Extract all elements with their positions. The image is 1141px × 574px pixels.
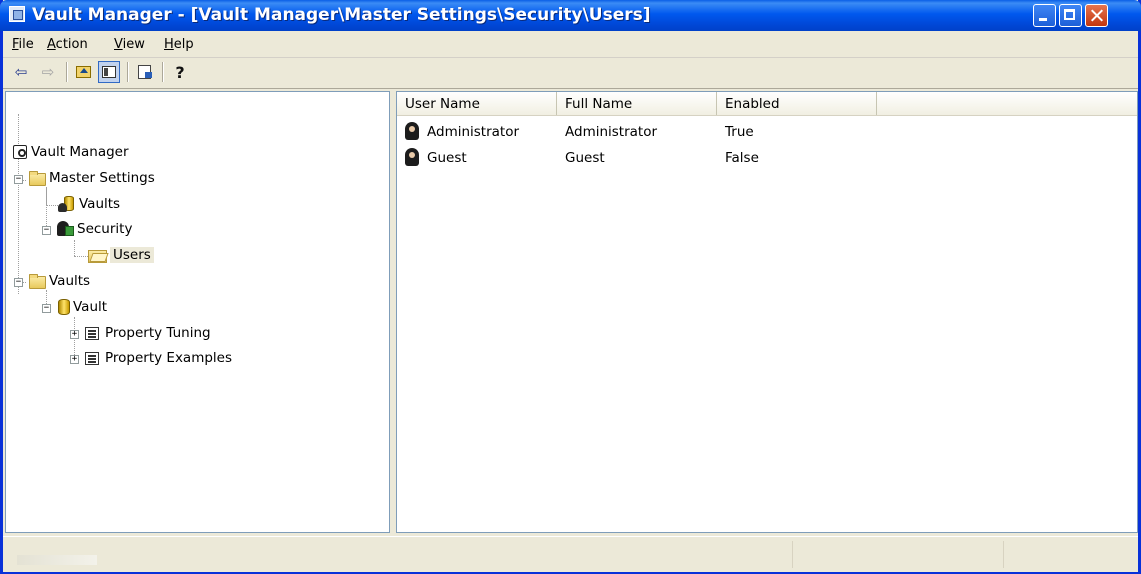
- cell-user-name: Administrator: [427, 124, 520, 140]
- status-pane-secondary: [792, 541, 1003, 568]
- tree-item-label: Vault: [73, 299, 108, 315]
- menu-help-label: elp: [173, 37, 194, 52]
- title-bar[interactable]: Vault Manager - [Vault Manager\Master Se…: [0, 0, 1141, 31]
- menu-help-accelerator: H: [164, 37, 174, 52]
- tree-connector: [74, 240, 75, 256]
- cell-enabled: True: [725, 124, 754, 140]
- cell-enabled: False: [725, 150, 759, 166]
- menu-file-label: ile: [18, 37, 34, 52]
- toolbar: ⇦ ⇨ ?: [3, 58, 1138, 89]
- user-icon: [402, 122, 422, 142]
- menu-action-accelerator: A: [47, 37, 56, 52]
- status-bar: [3, 536, 1138, 572]
- list-item[interactable]: Guest Guest False: [397, 146, 1137, 172]
- up-one-level-button[interactable]: [72, 61, 94, 83]
- expand-toggle[interactable]: +: [70, 330, 79, 339]
- status-pane-tertiary: [1003, 541, 1138, 568]
- properties-icon: [84, 325, 102, 341]
- tree-item-vault[interactable]: Vault: [58, 297, 107, 317]
- tree-item-master-settings[interactable]: Master Settings: [29, 168, 155, 188]
- collapse-toggle[interactable]: −: [14, 278, 23, 287]
- menu-view-label: iew: [122, 37, 145, 52]
- app-icon[interactable]: [9, 6, 25, 22]
- back-button[interactable]: ⇦: [10, 61, 32, 83]
- user-icon: [402, 148, 422, 168]
- export-list-button[interactable]: [133, 61, 155, 83]
- details-list[interactable]: User Name Full Name Enabled Administrato…: [396, 91, 1138, 533]
- tree-item-vaults-settings[interactable]: Vaults: [58, 194, 120, 214]
- list-header: User Name Full Name Enabled: [397, 92, 1137, 116]
- toolbar-separator: [162, 62, 163, 82]
- vault-icon: [58, 299, 70, 315]
- menu-file[interactable]: File: [12, 37, 34, 52]
- tree-item-label: Master Settings: [49, 170, 155, 186]
- properties-icon: [84, 350, 102, 366]
- collapse-toggle[interactable]: −: [42, 304, 51, 313]
- tree-item-label: Property Examples: [105, 350, 233, 366]
- tree-item-label: Users: [110, 247, 154, 263]
- show-hide-console-tree-icon: [102, 66, 116, 78]
- vaults-icon: [58, 196, 76, 212]
- collapse-toggle[interactable]: −: [14, 175, 23, 184]
- tree-item-label: Property Tuning: [105, 325, 211, 341]
- cell-user-name: Guest: [427, 150, 467, 166]
- close-button[interactable]: [1085, 4, 1108, 27]
- tree-item-label: Vaults: [79, 196, 121, 212]
- up-one-level-icon: [75, 66, 91, 78]
- tree-item-label: Vaults: [49, 273, 91, 289]
- security-icon: [56, 221, 74, 237]
- menu-view[interactable]: View: [114, 37, 145, 52]
- toolbar-separator: [127, 62, 128, 82]
- tree-item-property-tuning[interactable]: Property Tuning: [84, 323, 211, 343]
- list-item[interactable]: Administrator Administrator True: [397, 120, 1137, 146]
- back-arrow-icon: ⇦: [14, 62, 28, 81]
- tree-item-users[interactable]: Users: [88, 245, 154, 265]
- folder-icon: [29, 170, 46, 186]
- cell-full-name: Guest: [565, 150, 605, 166]
- export-list-icon: [137, 65, 152, 79]
- help-icon: ?: [171, 62, 185, 82]
- status-progress-area: [17, 555, 97, 565]
- tree-item-label: Security: [77, 221, 133, 237]
- column-header-full-name[interactable]: Full Name: [557, 92, 717, 115]
- menu-help[interactable]: Help: [164, 37, 194, 52]
- menu-bar: File Action View Help: [3, 31, 1138, 58]
- minimize-button[interactable]: [1033, 4, 1056, 27]
- help-button[interactable]: ?: [169, 61, 191, 83]
- column-header-user-name[interactable]: User Name: [397, 92, 557, 115]
- expand-toggle[interactable]: +: [70, 355, 79, 364]
- forward-arrow-icon: ⇨: [41, 62, 55, 81]
- users-folder-icon: [88, 249, 107, 263]
- collapse-toggle[interactable]: −: [42, 226, 51, 235]
- show-hide-console-tree-button[interactable]: [98, 61, 120, 83]
- tree-item-label: Vault Manager: [31, 144, 129, 160]
- cell-full-name: Administrator: [565, 124, 658, 140]
- tree-connector: [46, 205, 58, 206]
- main-window: Vault Manager - [Vault Manager\Master Se…: [0, 0, 1141, 574]
- tree-item-property-examples[interactable]: Property Examples: [84, 348, 232, 368]
- maximize-button[interactable]: [1059, 4, 1082, 27]
- console-tree[interactable]: Vault Manager − Master Settings Vaults −…: [5, 91, 390, 533]
- column-header-enabled[interactable]: Enabled: [717, 92, 877, 115]
- menu-view-accelerator: V: [114, 37, 123, 52]
- tree-connector: [18, 114, 19, 294]
- status-pane-main: [9, 541, 792, 568]
- tree-item-vaults[interactable]: Vaults: [29, 271, 90, 291]
- window-title: Vault Manager - [Vault Manager\Master Se…: [32, 5, 651, 25]
- vault-manager-icon: [12, 144, 28, 160]
- tree-item-security[interactable]: Security: [56, 219, 132, 239]
- tree-item-vault-manager[interactable]: Vault Manager: [12, 142, 129, 162]
- menu-action-label: ction: [55, 37, 88, 52]
- toolbar-separator: [66, 62, 67, 82]
- menu-action[interactable]: Action: [47, 37, 88, 52]
- tree-connector: [74, 256, 88, 257]
- forward-button[interactable]: ⇨: [37, 61, 59, 83]
- folder-icon: [29, 273, 46, 289]
